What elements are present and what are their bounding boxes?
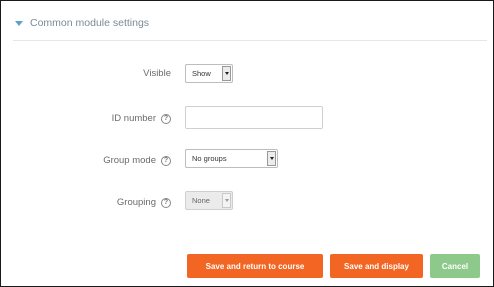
grouping-label: Grouping [116, 197, 156, 208]
grouping-value: None [192, 196, 210, 205]
visible-value: Show [192, 69, 211, 78]
id-number-label: ID number [111, 113, 156, 124]
section-title: Common module settings [30, 17, 150, 29]
caret-down-icon [15, 20, 23, 26]
grouping-label-group: Grouping ? [117, 197, 171, 208]
group-mode-select[interactable]: No groups [185, 149, 278, 168]
visible-label: Visible [143, 68, 171, 79]
grouping-select: None [185, 191, 233, 210]
chevron-down-icon [267, 151, 276, 166]
id-number-label-group: ID number ? [112, 113, 171, 124]
chevron-down-icon [222, 66, 231, 81]
save-and-return-button[interactable]: Save and return to course [187, 254, 323, 278]
visible-select[interactable]: Show [185, 64, 233, 83]
help-icon[interactable]: ? [161, 155, 171, 166]
help-icon[interactable]: ? [161, 197, 171, 208]
visible-label-group: Visible [143, 68, 171, 79]
section-divider [13, 40, 487, 41]
cancel-button[interactable]: Cancel [430, 254, 480, 278]
group-mode-label: Group mode [103, 155, 156, 166]
chevron-down-icon [222, 193, 231, 208]
help-icon[interactable]: ? [161, 113, 171, 124]
id-number-field[interactable] [185, 106, 323, 129]
settings-form: Common module settings Visible Show ID n… [0, 0, 494, 287]
section-toggle[interactable]: Common module settings [15, 14, 149, 32]
save-and-display-button[interactable]: Save and display [330, 254, 423, 278]
group-mode-label-group: Group mode ? [103, 155, 171, 166]
group-mode-value: No groups [192, 154, 227, 163]
